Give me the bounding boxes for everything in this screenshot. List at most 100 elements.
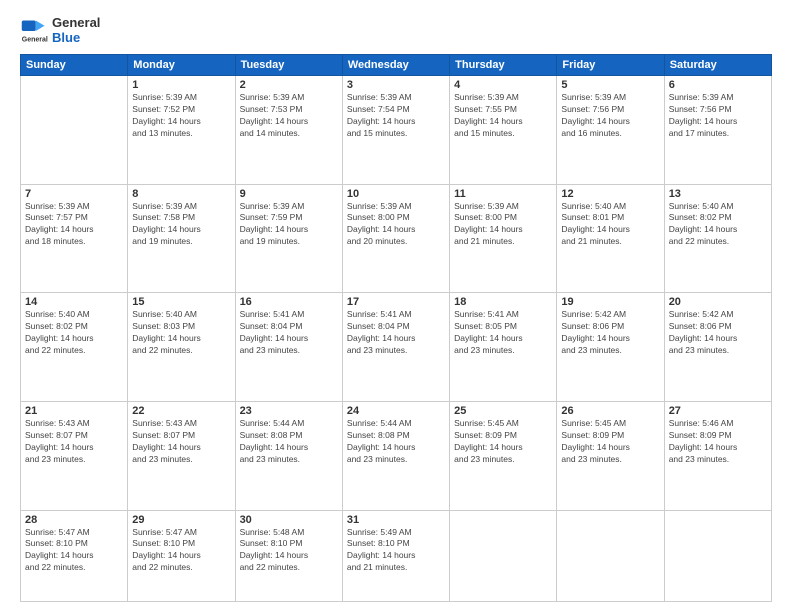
day-info: Sunrise: 5:42 AM Sunset: 8:06 PM Dayligh… bbox=[561, 309, 659, 357]
day-info: Sunrise: 5:39 AM Sunset: 7:56 PM Dayligh… bbox=[561, 92, 659, 140]
week-row-5: 28Sunrise: 5:47 AM Sunset: 8:10 PM Dayli… bbox=[21, 510, 772, 601]
day-info: Sunrise: 5:40 AM Sunset: 8:01 PM Dayligh… bbox=[561, 201, 659, 249]
calendar-cell: 29Sunrise: 5:47 AM Sunset: 8:10 PM Dayli… bbox=[128, 510, 235, 601]
calendar-cell: 16Sunrise: 5:41 AM Sunset: 8:04 PM Dayli… bbox=[235, 293, 342, 402]
day-number: 9 bbox=[240, 188, 338, 200]
day-number: 15 bbox=[132, 296, 230, 308]
day-number: 10 bbox=[347, 188, 445, 200]
day-number: 30 bbox=[240, 514, 338, 526]
header: General General Blue bbox=[20, 16, 772, 46]
day-header-thursday: Thursday bbox=[450, 54, 557, 75]
calendar-cell: 8Sunrise: 5:39 AM Sunset: 7:58 PM Daylig… bbox=[128, 184, 235, 293]
day-info: Sunrise: 5:39 AM Sunset: 7:57 PM Dayligh… bbox=[25, 201, 123, 249]
calendar-cell: 10Sunrise: 5:39 AM Sunset: 8:00 PM Dayli… bbox=[342, 184, 449, 293]
day-header-saturday: Saturday bbox=[664, 54, 771, 75]
calendar-cell: 22Sunrise: 5:43 AM Sunset: 8:07 PM Dayli… bbox=[128, 401, 235, 510]
calendar-cell: 14Sunrise: 5:40 AM Sunset: 8:02 PM Dayli… bbox=[21, 293, 128, 402]
day-number: 5 bbox=[561, 79, 659, 91]
day-number: 11 bbox=[454, 188, 552, 200]
day-header-monday: Monday bbox=[128, 54, 235, 75]
day-number: 25 bbox=[454, 405, 552, 417]
day-number: 19 bbox=[561, 296, 659, 308]
day-info: Sunrise: 5:44 AM Sunset: 8:08 PM Dayligh… bbox=[347, 418, 445, 466]
day-number: 16 bbox=[240, 296, 338, 308]
calendar-cell: 23Sunrise: 5:44 AM Sunset: 8:08 PM Dayli… bbox=[235, 401, 342, 510]
day-info: Sunrise: 5:40 AM Sunset: 8:03 PM Dayligh… bbox=[132, 309, 230, 357]
svg-text:General: General bbox=[22, 36, 48, 43]
calendar-cell: 19Sunrise: 5:42 AM Sunset: 8:06 PM Dayli… bbox=[557, 293, 664, 402]
calendar-cell: 5Sunrise: 5:39 AM Sunset: 7:56 PM Daylig… bbox=[557, 75, 664, 184]
calendar-cell: 21Sunrise: 5:43 AM Sunset: 8:07 PM Dayli… bbox=[21, 401, 128, 510]
calendar-cell: 13Sunrise: 5:40 AM Sunset: 8:02 PM Dayli… bbox=[664, 184, 771, 293]
day-number: 7 bbox=[25, 188, 123, 200]
day-header-wednesday: Wednesday bbox=[342, 54, 449, 75]
day-number: 4 bbox=[454, 79, 552, 91]
day-number: 23 bbox=[240, 405, 338, 417]
day-info: Sunrise: 5:39 AM Sunset: 8:00 PM Dayligh… bbox=[347, 201, 445, 249]
calendar-cell: 6Sunrise: 5:39 AM Sunset: 7:56 PM Daylig… bbox=[664, 75, 771, 184]
calendar-cell: 17Sunrise: 5:41 AM Sunset: 8:04 PM Dayli… bbox=[342, 293, 449, 402]
calendar-cell bbox=[21, 75, 128, 184]
day-info: Sunrise: 5:48 AM Sunset: 8:10 PM Dayligh… bbox=[240, 527, 338, 575]
calendar-cell: 24Sunrise: 5:44 AM Sunset: 8:08 PM Dayli… bbox=[342, 401, 449, 510]
day-number: 1 bbox=[132, 79, 230, 91]
day-info: Sunrise: 5:40 AM Sunset: 8:02 PM Dayligh… bbox=[669, 201, 767, 249]
day-info: Sunrise: 5:39 AM Sunset: 7:58 PM Dayligh… bbox=[132, 201, 230, 249]
day-number: 2 bbox=[240, 79, 338, 91]
day-info: Sunrise: 5:39 AM Sunset: 7:56 PM Dayligh… bbox=[669, 92, 767, 140]
logo: General General Blue bbox=[20, 16, 100, 46]
logo-text-blue: Blue bbox=[52, 31, 100, 46]
calendar-cell: 31Sunrise: 5:49 AM Sunset: 8:10 PM Dayli… bbox=[342, 510, 449, 601]
day-info: Sunrise: 5:39 AM Sunset: 7:52 PM Dayligh… bbox=[132, 92, 230, 140]
calendar-cell: 11Sunrise: 5:39 AM Sunset: 8:00 PM Dayli… bbox=[450, 184, 557, 293]
day-number: 20 bbox=[669, 296, 767, 308]
day-info: Sunrise: 5:41 AM Sunset: 8:04 PM Dayligh… bbox=[347, 309, 445, 357]
day-number: 29 bbox=[132, 514, 230, 526]
day-info: Sunrise: 5:41 AM Sunset: 8:04 PM Dayligh… bbox=[240, 309, 338, 357]
day-info: Sunrise: 5:43 AM Sunset: 8:07 PM Dayligh… bbox=[132, 418, 230, 466]
day-info: Sunrise: 5:47 AM Sunset: 8:10 PM Dayligh… bbox=[132, 527, 230, 575]
day-header-tuesday: Tuesday bbox=[235, 54, 342, 75]
calendar-cell: 9Sunrise: 5:39 AM Sunset: 7:59 PM Daylig… bbox=[235, 184, 342, 293]
day-info: Sunrise: 5:42 AM Sunset: 8:06 PM Dayligh… bbox=[669, 309, 767, 357]
day-info: Sunrise: 5:39 AM Sunset: 7:53 PM Dayligh… bbox=[240, 92, 338, 140]
day-number: 26 bbox=[561, 405, 659, 417]
calendar-cell: 30Sunrise: 5:48 AM Sunset: 8:10 PM Dayli… bbox=[235, 510, 342, 601]
day-info: Sunrise: 5:47 AM Sunset: 8:10 PM Dayligh… bbox=[25, 527, 123, 575]
day-number: 12 bbox=[561, 188, 659, 200]
day-number: 6 bbox=[669, 79, 767, 91]
calendar-cell: 15Sunrise: 5:40 AM Sunset: 8:03 PM Dayli… bbox=[128, 293, 235, 402]
day-number: 8 bbox=[132, 188, 230, 200]
day-number: 13 bbox=[669, 188, 767, 200]
calendar-cell bbox=[557, 510, 664, 601]
day-number: 22 bbox=[132, 405, 230, 417]
day-info: Sunrise: 5:39 AM Sunset: 7:55 PM Dayligh… bbox=[454, 92, 552, 140]
week-row-1: 1Sunrise: 5:39 AM Sunset: 7:52 PM Daylig… bbox=[21, 75, 772, 184]
day-info: Sunrise: 5:44 AM Sunset: 8:08 PM Dayligh… bbox=[240, 418, 338, 466]
day-info: Sunrise: 5:41 AM Sunset: 8:05 PM Dayligh… bbox=[454, 309, 552, 357]
day-number: 31 bbox=[347, 514, 445, 526]
logo-text-general: General bbox=[52, 16, 100, 31]
calendar-cell bbox=[450, 510, 557, 601]
day-info: Sunrise: 5:46 AM Sunset: 8:09 PM Dayligh… bbox=[669, 418, 767, 466]
week-row-4: 21 Sunrise: 5:43 AM Sunset: 8:07 PM Dayli… bbox=[21, 401, 772, 510]
calendar-cell: 27Sunrise: 5:46 AM Sunset: 8:09 PM Dayli… bbox=[664, 401, 771, 510]
calendar-cell: 2Sunrise: 5:39 AM Sunset: 7:53 PM Daylig… bbox=[235, 75, 342, 184]
day-number: 14 bbox=[25, 296, 123, 308]
day-info: Sunrise: 5:45 AM Sunset: 8:09 PM Dayligh… bbox=[561, 418, 659, 466]
day-number: 17 bbox=[347, 296, 445, 308]
logo-icon: General bbox=[20, 17, 48, 45]
day-info: Sunrise: 5:39 AM Sunset: 7:59 PM Dayligh… bbox=[240, 201, 338, 249]
day-info: Sunrise: 5:39 AM Sunset: 8:00 PM Dayligh… bbox=[454, 201, 552, 249]
day-number: 18 bbox=[454, 296, 552, 308]
calendar-table: SundayMondayTuesdayWednesdayThursdayFrid… bbox=[20, 54, 772, 602]
calendar-cell: 3Sunrise: 5:39 AM Sunset: 7:54 PM Daylig… bbox=[342, 75, 449, 184]
day-info: Sunrise: 5:49 AM Sunset: 8:10 PM Dayligh… bbox=[347, 527, 445, 575]
day-number: 21 bbox=[25, 405, 123, 417]
day-header-sunday: Sunday bbox=[21, 54, 128, 75]
day-number: 27 bbox=[669, 405, 767, 417]
calendar-cell: 1Sunrise: 5:39 AM Sunset: 7:52 PM Daylig… bbox=[128, 75, 235, 184]
calendar-cell: 7Sunrise: 5:39 AM Sunset: 7:57 PM Daylig… bbox=[21, 184, 128, 293]
calendar-cell bbox=[664, 510, 771, 601]
week-row-3: 14Sunrise: 5:40 AM Sunset: 8:02 PM Dayli… bbox=[21, 293, 772, 402]
